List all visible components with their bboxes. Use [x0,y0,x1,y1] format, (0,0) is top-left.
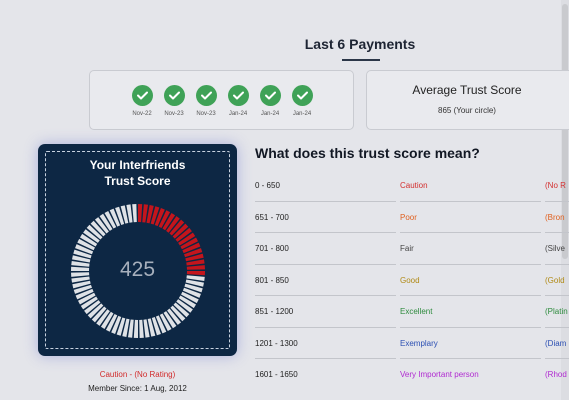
score-range: 0 - 650 [255,181,280,190]
payment-item: Nov-23 [190,85,222,117]
table-row: 0 - 650 Caution (No R [255,170,569,202]
meaning-title: What does this trust score mean? [255,145,480,161]
check-icon [163,85,185,106]
score-tier: (No R [545,181,566,190]
trust-score-title-line2: Trust Score [104,174,171,188]
gauge-segment-empty [133,319,138,338]
check-icon [259,85,281,106]
trust-score-title-line1: Your Interfriends [89,158,186,172]
table-row: 851 - 1200 Excellent (Platin [255,296,569,328]
payment-item: Jan-24 [286,85,318,117]
payments-card: Nov-22 Nov-23 Nov-23 Jan-24 Jan-24 Jan-2… [89,70,354,130]
table-row: 1201 - 1300 Exemplary (Diam [255,328,569,359]
score-tier: (Silve [545,244,566,253]
score-tier: (Gold [545,275,565,285]
table-row: 651 - 700 Poor (Bron [255,202,569,233]
score-label: Fair [400,244,414,253]
score-range: 801 - 850 [255,275,289,285]
check-icon [291,85,313,106]
meaning-table: 0 - 650 Caution (No R 651 - 700 Poor (Br… [255,170,569,391]
payment-item: Jan-24 [254,85,286,117]
score-range: 651 - 700 [255,212,289,222]
gauge-segment-filled [138,204,143,223]
trust-score-value: 425 [119,258,156,281]
average-score-title: Average Trust Score [412,83,522,97]
score-label: Caution [400,181,428,190]
gauge-segment-empty [139,319,144,338]
payment-date: Nov-22 [132,111,152,117]
score-label: Good [400,275,420,285]
check-icon [131,85,153,106]
score-tier: (Diam [545,338,567,348]
check-icon [227,85,249,106]
average-score-value: 865 (Your circle) [438,106,496,115]
score-tier: (Rhod [545,370,567,379]
score-tier: (Platin [545,307,568,316]
score-range: 701 - 800 [255,244,289,253]
score-range: 851 - 1200 [255,307,294,316]
payment-item: Nov-23 [158,85,190,117]
rating-label: Caution - (No Rating) [99,370,176,379]
payment-date: Jan-24 [260,111,280,117]
score-range: 1601 - 1650 [255,370,298,379]
score-label: Very Important person [400,370,479,379]
score-label: Exemplary [400,338,438,348]
last-payments-title: Last 6 Payments [304,36,416,52]
score-label: Poor [400,212,417,222]
gauge-segment-empty [132,204,137,223]
payment-date: Jan-24 [292,111,312,117]
trust-score-card: Your Interfriends Trust Score 425 [38,144,237,356]
payment-item: Nov-22 [126,85,158,117]
check-icon [195,85,217,106]
title-underline [342,59,380,61]
score-tier: (Bron [545,212,565,222]
score-label: Excellent [400,307,433,316]
table-row: 701 - 800 Fair (Silve [255,233,569,265]
payment-item: Jan-24 [222,85,254,117]
trust-score-title: Your Interfriends Trust Score [38,157,237,189]
payment-date: Nov-23 [164,111,184,117]
score-range: 1201 - 1300 [255,338,298,348]
member-since: Member Since: 1 Aug, 2012 [88,384,187,393]
average-score-card: Average Trust Score 865 (Your circle) [366,70,569,130]
table-row: 1601 - 1650 Very Important person (Rhod [255,359,569,391]
payment-date: Jan-24 [228,111,248,117]
table-row: 801 - 850 Good (Gold [255,265,569,296]
payment-date: Nov-23 [196,111,216,117]
